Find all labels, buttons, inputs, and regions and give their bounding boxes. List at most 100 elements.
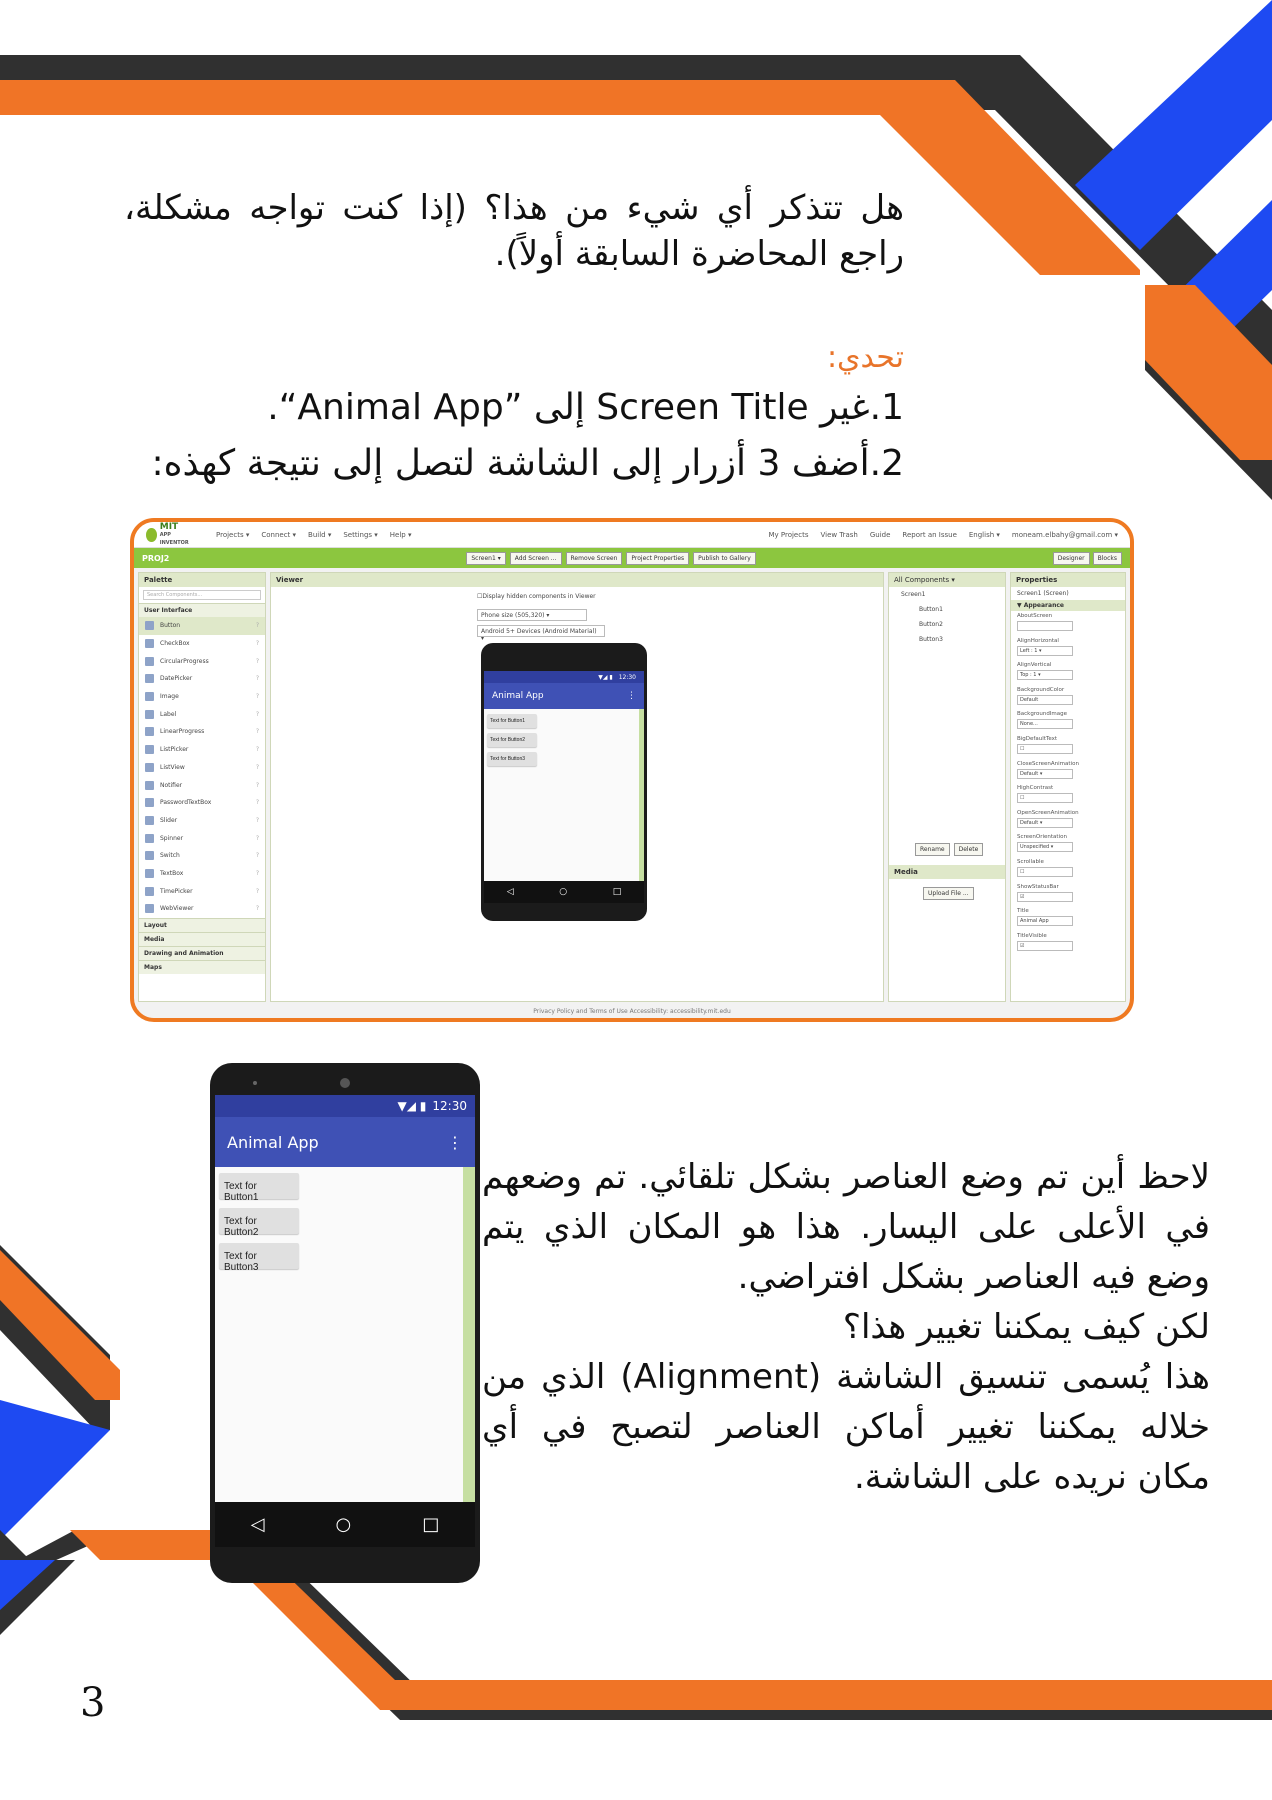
help-icon[interactable]: ? xyxy=(256,640,259,647)
property-value[interactable]: ☑ xyxy=(1017,891,1073,902)
palette-item-webviewer[interactable]: WebViewer? xyxy=(139,900,265,918)
property-value[interactable]: Unspecified ▾ xyxy=(1017,842,1073,853)
help-icon[interactable]: ? xyxy=(256,782,259,789)
menu-help[interactable]: Help ▾ xyxy=(390,531,412,539)
property-value[interactable]: Default ▾ xyxy=(1017,817,1073,828)
property-value[interactable]: Left : 1 ▾ xyxy=(1017,645,1073,656)
category-drawing[interactable]: Drawing and Animation xyxy=(139,945,265,960)
component-search-input[interactable]: Search Components... xyxy=(143,590,261,600)
account-menu[interactable]: moneam.elbahy@gmail.com ▾ xyxy=(1012,531,1118,539)
app-button-2[interactable]: Text for Button2 xyxy=(219,1208,299,1238)
property-value[interactable]: Default ▾ xyxy=(1017,768,1073,779)
palette-item-notifier[interactable]: Notifier? xyxy=(139,776,265,794)
help-icon[interactable]: ? xyxy=(256,835,259,842)
app-button-1[interactable]: Text for Button1 xyxy=(219,1173,299,1203)
link-my-projects[interactable]: My Projects xyxy=(768,531,808,539)
palette-item-datepicker[interactable]: DatePicker? xyxy=(139,670,265,688)
palette-item-listview[interactable]: ListView? xyxy=(139,759,265,777)
category-layout[interactable]: Layout xyxy=(139,917,265,932)
help-icon[interactable]: ? xyxy=(256,764,259,771)
palette-item-slider[interactable]: Slider? xyxy=(139,812,265,830)
properties-group-appearance[interactable]: ▼ Appearance xyxy=(1011,600,1125,611)
viewer-button-1[interactable]: Text for Button1 xyxy=(487,714,537,728)
palette-item-checkbox[interactable]: CheckBox? xyxy=(139,635,265,653)
category-media[interactable]: Media xyxy=(139,931,265,946)
palette-item-spinner[interactable]: Spinner? xyxy=(139,829,265,847)
property-value[interactable]: Default xyxy=(1017,694,1073,705)
menu-projects[interactable]: Projects ▾ xyxy=(216,531,249,539)
menu-build[interactable]: Build ▾ xyxy=(308,531,331,539)
link-view-trash[interactable]: View Trash xyxy=(820,531,857,539)
components-title[interactable]: All Components ▾ xyxy=(889,573,1005,587)
help-icon[interactable]: ? xyxy=(256,888,259,895)
upload-file-button[interactable]: Upload File ... xyxy=(923,887,974,900)
link-report-issue[interactable]: Report an Issue xyxy=(902,531,956,539)
help-icon[interactable]: ? xyxy=(256,728,259,735)
help-icon[interactable]: ? xyxy=(256,817,259,824)
menu-connect[interactable]: Connect ▾ xyxy=(261,531,296,539)
palette-item-circularprogress[interactable]: CircularProgress? xyxy=(139,652,265,670)
help-icon[interactable]: ? xyxy=(256,746,259,753)
category-user-interface[interactable]: User Interface xyxy=(139,603,265,617)
palette-item-label[interactable]: Label? xyxy=(139,705,265,723)
palette-item-label: CircularProgress xyxy=(160,657,209,665)
tree-button1[interactable]: Button1 xyxy=(901,606,993,621)
tree-screen1[interactable]: Screen1 xyxy=(901,591,993,606)
viewer-button-3[interactable]: Text for Button3 xyxy=(487,752,537,766)
spinner-icon xyxy=(145,833,154,843)
viewer-back-icon[interactable]: ◁ xyxy=(507,887,514,897)
help-icon[interactable]: ? xyxy=(256,658,259,665)
help-icon[interactable]: ? xyxy=(256,693,259,700)
rename-button[interactable]: Rename xyxy=(915,843,950,856)
add-screen-button[interactable]: Add Screen ... xyxy=(509,551,562,565)
home-icon[interactable]: ○ xyxy=(336,1514,352,1535)
property-value[interactable] xyxy=(1017,621,1073,631)
property-value[interactable]: ☑ xyxy=(1017,940,1073,951)
viewer-button-2[interactable]: Text for Button2 xyxy=(487,733,537,747)
designer-button[interactable]: Designer xyxy=(1052,551,1090,565)
phone-size-select[interactable]: Phone size (505,320) ▾ xyxy=(477,609,587,621)
palette-item-listpicker[interactable]: ListPicker? xyxy=(139,741,265,759)
palette-item-textbox[interactable]: TextBox? xyxy=(139,865,265,883)
help-icon[interactable]: ? xyxy=(256,799,259,806)
help-icon[interactable]: ? xyxy=(256,622,259,629)
viewer-recents-icon[interactable]: □ xyxy=(613,887,622,897)
blocks-button[interactable]: Blocks xyxy=(1092,551,1122,565)
tree-button2[interactable]: Button2 xyxy=(901,621,993,636)
delete-button[interactable]: Delete xyxy=(953,843,984,856)
back-icon[interactable]: ◁ xyxy=(251,1514,265,1535)
switch-icon xyxy=(145,851,154,861)
property-value[interactable]: ☐ xyxy=(1017,866,1073,877)
property-value[interactable]: ☐ xyxy=(1017,793,1073,804)
category-maps[interactable]: Maps xyxy=(139,959,265,974)
palette-item-image[interactable]: Image? xyxy=(139,688,265,706)
project-properties-button[interactable]: Project Properties xyxy=(626,551,690,565)
theme-select[interactable]: Android 5+ Devices (Android Material) ▾ xyxy=(477,625,605,642)
menu-settings[interactable]: Settings ▾ xyxy=(343,531,377,539)
tree-button3[interactable]: Button3 xyxy=(901,636,993,651)
help-icon[interactable]: ? xyxy=(256,675,259,682)
app-button-3[interactable]: Text for Button3 xyxy=(219,1243,299,1273)
overflow-menu-icon[interactable]: ⋮ xyxy=(447,1133,463,1152)
property-value[interactable]: Top : 1 ▾ xyxy=(1017,670,1073,681)
palette-item-switch[interactable]: Switch? xyxy=(139,847,265,865)
viewer-home-icon[interactable]: ○ xyxy=(559,887,567,897)
remove-screen-button[interactable]: Remove Screen xyxy=(565,551,623,565)
property-value[interactable]: None... xyxy=(1017,719,1073,730)
palette-item-button[interactable]: Button? xyxy=(139,617,265,635)
help-icon[interactable]: ? xyxy=(256,852,259,859)
language-menu[interactable]: English ▾ xyxy=(969,531,1000,539)
property-value[interactable]: ☐ xyxy=(1017,743,1073,754)
help-icon[interactable]: ? xyxy=(256,905,259,912)
palette-item-linearprogress[interactable]: LinearProgress? xyxy=(139,723,265,741)
screen-select-button[interactable]: Screen1 ▾ xyxy=(466,551,506,565)
property-label: ShowStatusBar xyxy=(1017,883,1059,890)
recents-icon[interactable]: □ xyxy=(422,1514,439,1535)
property-value[interactable]: Animal App xyxy=(1017,916,1073,927)
link-guide[interactable]: Guide xyxy=(870,531,891,539)
help-icon[interactable]: ? xyxy=(256,870,259,877)
publish-gallery-button[interactable]: Publish to Gallery xyxy=(693,551,756,565)
help-icon[interactable]: ? xyxy=(256,711,259,718)
palette-item-passwordtextbox[interactable]: PasswordTextBox? xyxy=(139,794,265,812)
palette-item-timepicker[interactable]: TimePicker? xyxy=(139,882,265,900)
